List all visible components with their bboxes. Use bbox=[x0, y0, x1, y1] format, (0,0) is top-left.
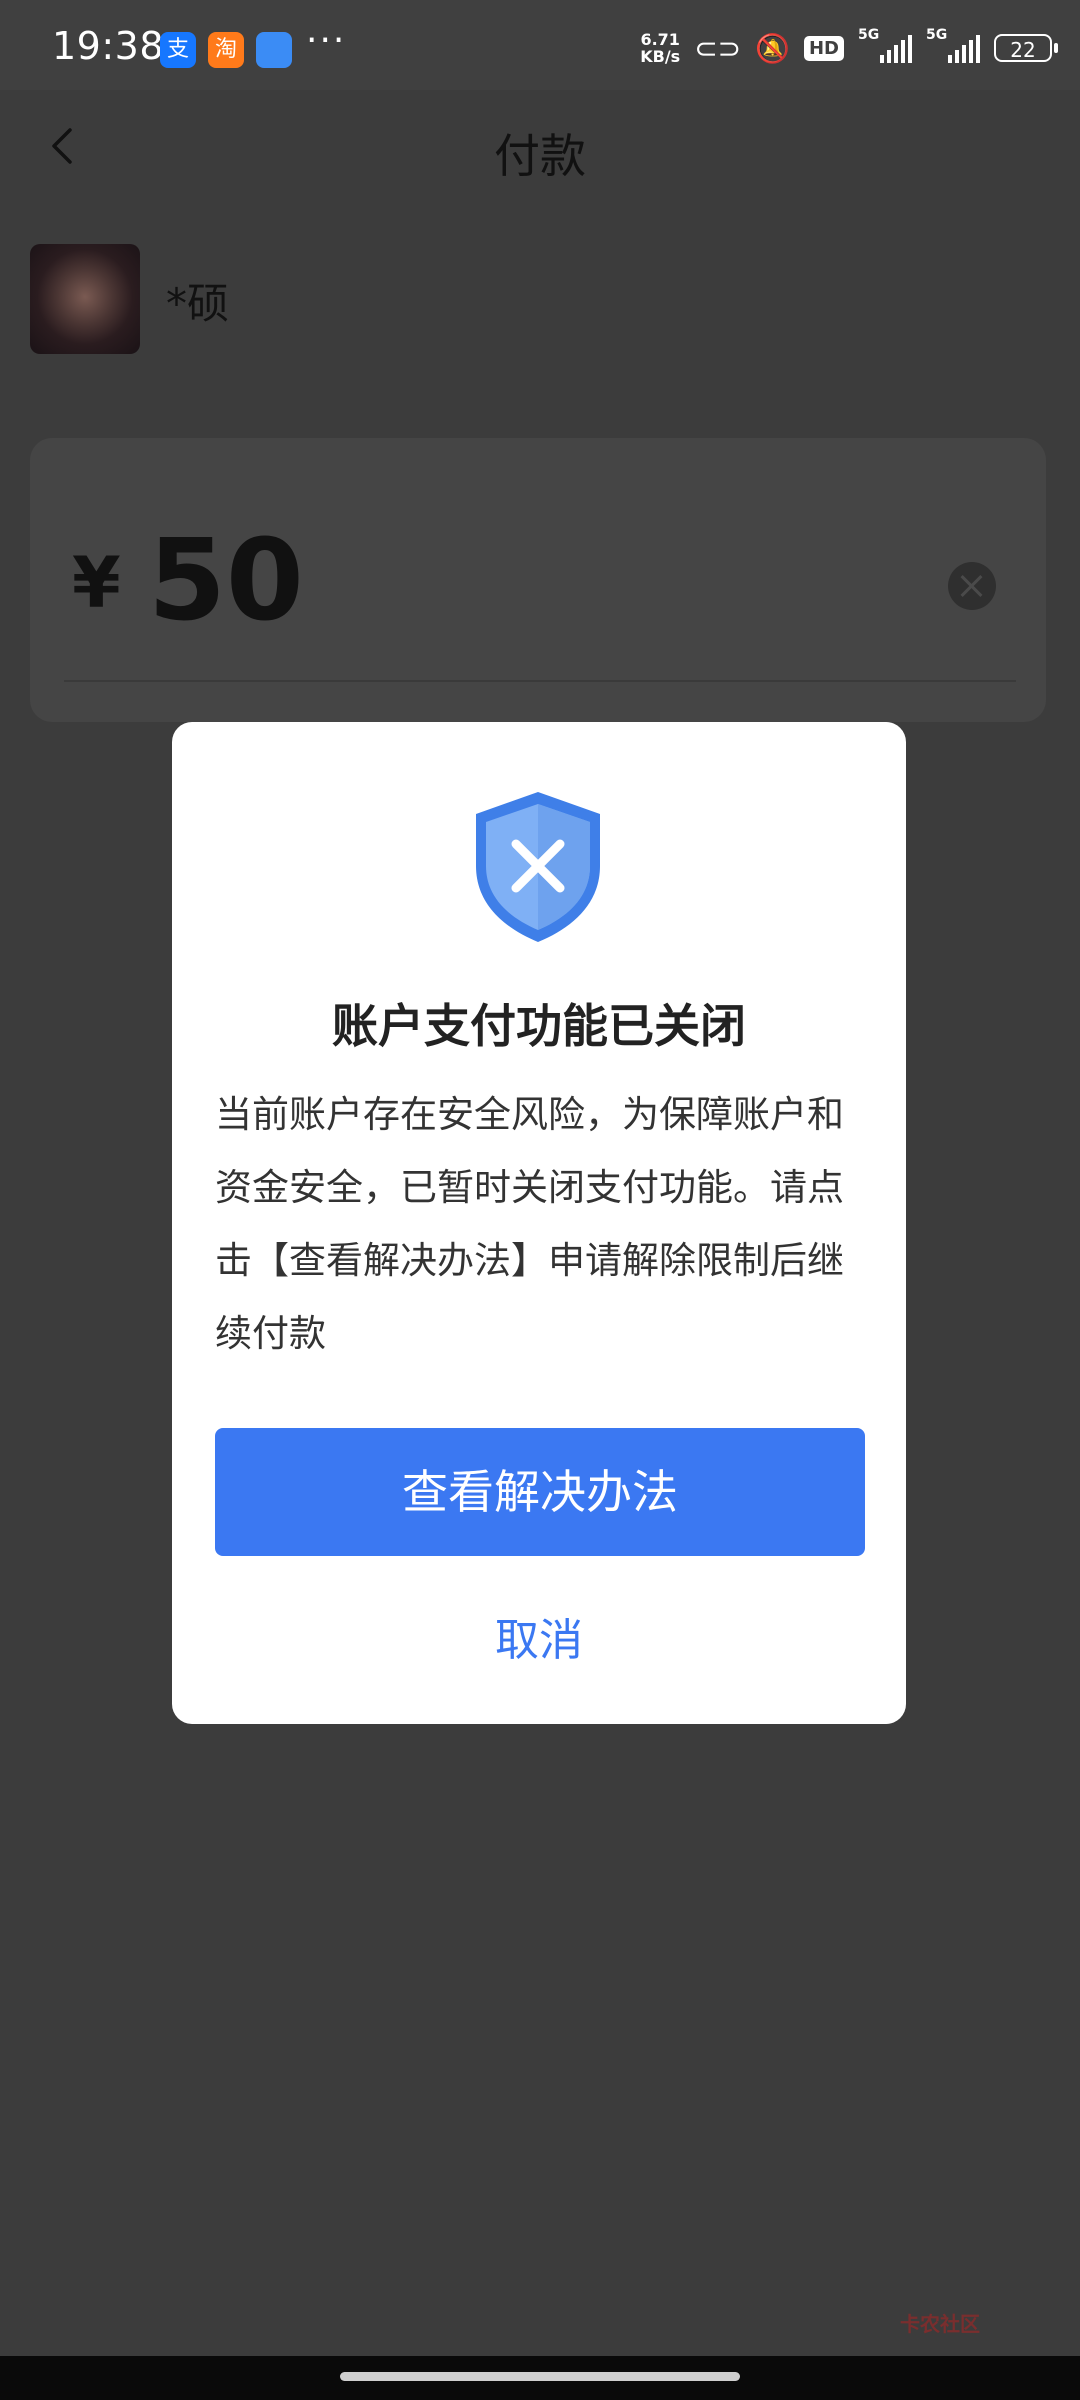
page-title: 付款 bbox=[494, 129, 586, 183]
status-indicators: 6.71 KB/s ⊂⊃ 🔕 HD 5G 5G 22 bbox=[640, 27, 1058, 68]
link-icon: ⊂⊃ bbox=[694, 31, 742, 65]
hd-badge: HD bbox=[803, 35, 844, 61]
alipay-icon: 支 bbox=[160, 32, 196, 68]
battery-icon: 22 bbox=[994, 34, 1058, 62]
more-notifications-icon: ··· bbox=[306, 20, 347, 61]
divider bbox=[64, 680, 1016, 682]
network-type-label-2: 5G bbox=[926, 27, 948, 43]
status-time: 19:38 bbox=[52, 24, 165, 68]
shield-error-icon bbox=[476, 792, 600, 942]
signal-icon-2: 5G bbox=[926, 27, 980, 63]
network-speed-value: 6.71 bbox=[640, 30, 680, 49]
view-solution-button[interactable]: 查看解决办法 bbox=[215, 1428, 865, 1556]
currency-symbol: ¥ bbox=[72, 542, 121, 624]
watermark-logo: 卡农社区 bbox=[900, 2308, 980, 2337]
dialog-message: 当前账户存在安全风险，为保障账户和资金安全，已暂时关闭支付功能。请点击【查看解决… bbox=[215, 1093, 844, 1355]
message-app-icon bbox=[256, 32, 292, 68]
navigation-bar bbox=[0, 2356, 1080, 2400]
watermark-text: 卡农社区 bbox=[900, 2312, 980, 2336]
status-bar: 19:38 支 淘 ··· 6.71 KB/s ⊂⊃ 🔕 HD 5G 5G 22 bbox=[0, 0, 1080, 90]
network-speed: 6.71 KB/s bbox=[640, 31, 680, 65]
payee-name: *硕 bbox=[166, 279, 230, 328]
avatar bbox=[30, 244, 140, 354]
network-type-label: 5G bbox=[858, 27, 880, 43]
amount-input[interactable]: 50 bbox=[148, 516, 304, 646]
dialog-title: 账户支付功能已关闭 bbox=[332, 999, 746, 1053]
taobao-icon: 淘 bbox=[208, 32, 244, 68]
clear-icon[interactable] bbox=[948, 562, 996, 610]
network-speed-unit: KB/s bbox=[640, 47, 681, 66]
top-bar: 付款 bbox=[0, 90, 1080, 210]
payment-disabled-dialog: 账户支付功能已关闭 当前账户存在安全风险，为保障账户和资金安全，已暂时关闭支付功… bbox=[172, 722, 906, 1724]
cancel-button[interactable]: 取消 bbox=[172, 1604, 906, 1668]
signal-icon: 5G bbox=[858, 27, 912, 63]
amount-card: ¥ 50 bbox=[30, 438, 1046, 722]
home-indicator[interactable] bbox=[340, 2372, 740, 2381]
mute-bell-icon: 🔕 bbox=[755, 31, 790, 65]
